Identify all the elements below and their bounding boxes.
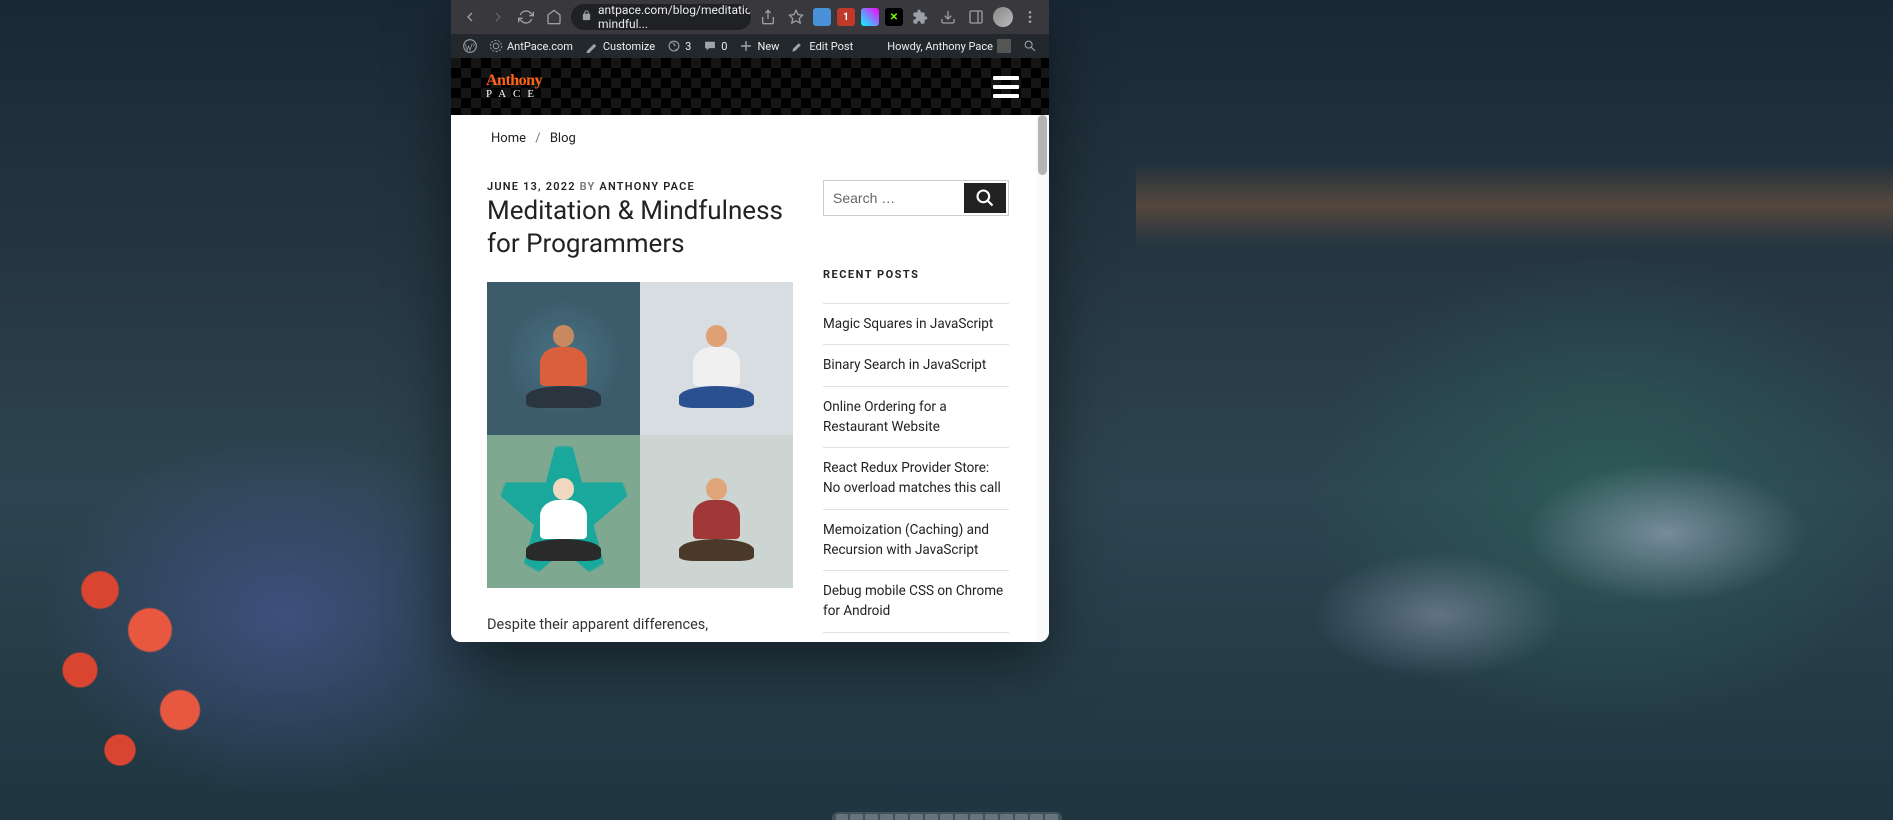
- browser-window: antpace.com/blog/meditation-mindful... 1…: [451, 0, 1049, 642]
- breadcrumb: Home / Blog: [451, 115, 1049, 162]
- sidebar: RECENT POSTS Magic Squares in JavaScript…: [823, 180, 1009, 642]
- wp-updates[interactable]: 3: [661, 34, 697, 58]
- wp-admin-bar: AntPace.com Customize 3 0 New Edit Post …: [451, 34, 1049, 58]
- extension-icon[interactable]: [813, 8, 831, 26]
- list-item: React Redux Provider Store: No overload …: [823, 447, 1009, 509]
- reload-button[interactable]: [515, 6, 537, 28]
- wp-new[interactable]: New: [733, 34, 785, 58]
- wp-logo[interactable]: [457, 34, 483, 58]
- breadcrumb-current: Blog: [550, 131, 576, 146]
- breadcrumb-home[interactable]: Home: [491, 131, 526, 146]
- post-body: Despite their apparent differences, prog…: [487, 612, 793, 642]
- downloads-button[interactable]: [937, 6, 959, 28]
- post-meta: JUNE 13, 2022 BY ANTHONY PACE: [487, 180, 793, 193]
- home-button[interactable]: [543, 6, 565, 28]
- breadcrumb-sep: /: [535, 131, 540, 146]
- share-button[interactable]: [757, 6, 779, 28]
- lock-icon: [581, 10, 592, 24]
- menu-toggle[interactable]: [993, 76, 1019, 98]
- profile-avatar[interactable]: [993, 7, 1013, 27]
- wp-howdy[interactable]: Howdy, Anthony Pace: [881, 34, 1017, 58]
- list-item: Online Ordering for a Restaurant Website: [823, 386, 1009, 448]
- url-text: antpace.com/blog/meditation-mindful...: [598, 4, 751, 30]
- article: JUNE 13, 2022 BY ANTHONY PACE Meditation…: [487, 180, 793, 642]
- back-button[interactable]: [459, 6, 481, 28]
- post-title: Meditation & Mindfulness for Programmers: [487, 195, 793, 260]
- featured-image: [487, 282, 793, 588]
- address-bar[interactable]: antpace.com/blog/meditation-mindful...: [571, 4, 751, 30]
- search-form: [823, 180, 1009, 216]
- wp-edit[interactable]: Edit Post: [785, 34, 859, 58]
- forward-button[interactable]: [487, 6, 509, 28]
- wp-customize[interactable]: Customize: [579, 34, 661, 58]
- page-content: Home / Blog JUNE 13, 2022 BY ANTHONY PAC…: [451, 115, 1049, 642]
- post-author[interactable]: ANTHONY PACE: [599, 180, 695, 193]
- bookmark-button[interactable]: [785, 6, 807, 28]
- list-item: Palindromes in PHP: [823, 632, 1009, 643]
- sidepanel-button[interactable]: [965, 6, 987, 28]
- browser-toolbar: antpace.com/blog/meditation-mindful... 1…: [451, 0, 1049, 34]
- recent-posts-list: Magic Squares in JavaScript Binary Searc…: [823, 303, 1009, 642]
- search-icon: [975, 188, 995, 208]
- extension-icon[interactable]: 1: [837, 8, 855, 26]
- list-item: Magic Squares in JavaScript: [823, 303, 1009, 344]
- scroll-thumb[interactable]: [1038, 115, 1047, 175]
- wp-search[interactable]: [1017, 34, 1043, 58]
- extension-icon[interactable]: [861, 8, 879, 26]
- list-item: Binary Search in JavaScript: [823, 344, 1009, 385]
- list-item: Debug mobile CSS on Chrome for Android: [823, 570, 1009, 632]
- search-input[interactable]: [824, 181, 962, 215]
- macos-dock[interactable]: [832, 812, 1062, 820]
- search-button[interactable]: [964, 183, 1006, 213]
- scrollbar[interactable]: [1036, 115, 1049, 642]
- recent-posts-title: RECENT POSTS: [823, 268, 1009, 281]
- site-logo[interactable]: Anthony PACE: [486, 73, 542, 100]
- menu-button[interactable]: [1019, 6, 1041, 28]
- wp-site-name[interactable]: AntPace.com: [483, 34, 579, 58]
- avatar: [997, 39, 1011, 53]
- post-date[interactable]: JUNE 13, 2022: [487, 180, 576, 193]
- extensions-button[interactable]: [909, 6, 931, 28]
- extension-icon[interactable]: ✕: [885, 8, 903, 26]
- site-header: Anthony PACE: [451, 58, 1049, 115]
- list-item: Memoization (Caching) and Recursion with…: [823, 509, 1009, 571]
- wp-comments[interactable]: 0: [697, 34, 733, 58]
